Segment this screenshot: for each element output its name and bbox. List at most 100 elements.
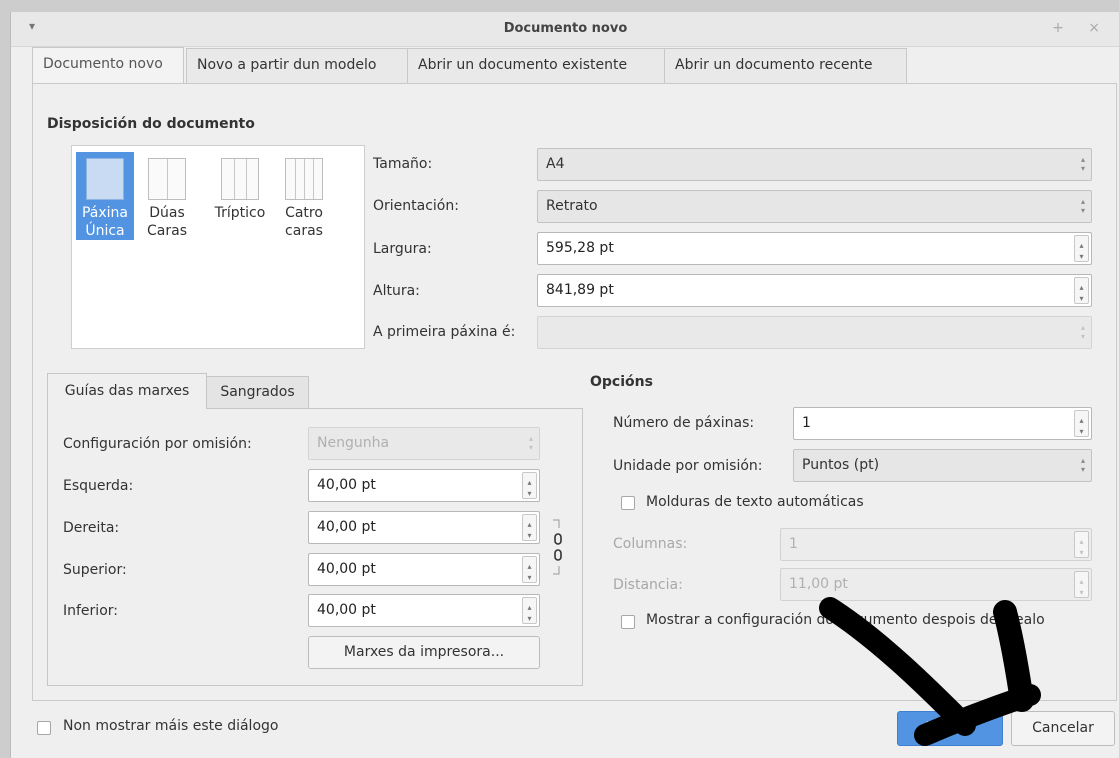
layout-list: Páxina Única Dúas Caras Tríptico Catro c…: [71, 145, 365, 349]
tab-new-document[interactable]: Documento novo: [32, 47, 184, 84]
tab-label: Abrir un documento recente: [675, 57, 873, 73]
distance-value: 11,00 pt: [789, 576, 848, 592]
preset-value: Nengunha: [317, 435, 390, 451]
chevron-up-down-icon: ▴ ▾: [1080, 155, 1085, 173]
spin-arrows-icon[interactable]: ▴ ▾: [522, 514, 537, 541]
layout-section-title: Disposición do documento: [47, 116, 255, 132]
layout-label: Tríptico: [214, 205, 266, 221]
tab-margin-guides[interactable]: Guías das marxes: [47, 373, 207, 409]
spin-arrows-icon[interactable]: ▴ ▾: [1074, 531, 1089, 558]
spin-arrows-icon[interactable]: ▴ ▾: [522, 556, 537, 583]
pages-value: 1: [802, 415, 811, 431]
show-settings-checkbox[interactable]: [621, 615, 635, 629]
top-margin-value: 40,00 pt: [317, 561, 376, 577]
layout-label: Dúas: [149, 205, 185, 221]
printer-margins-button[interactable]: Marxes da impresora...: [308, 636, 540, 669]
columns-label: Columnas:: [613, 536, 688, 552]
auto-frames-checkbox[interactable]: [621, 496, 635, 510]
bottom-margin-value: 40,00 pt: [317, 602, 376, 618]
layout-label: caras: [285, 223, 323, 239]
unit-select[interactable]: Puntos (pt) ▴ ▾: [793, 449, 1092, 482]
tab-label: Documento novo: [43, 56, 163, 72]
layout-four-fold[interactable]: Catro caras: [275, 152, 333, 240]
size-label: Tamaño:: [373, 156, 433, 172]
layout-facing-pages[interactable]: Dúas Caras: [138, 152, 196, 240]
spin-arrows-icon[interactable]: ▴ ▾: [1074, 235, 1089, 262]
cancel-button[interactable]: Cancelar: [1011, 711, 1115, 746]
first-page-label: A primeira páxina é:: [373, 324, 516, 340]
left-margin-value: 40,00 pt: [317, 477, 376, 493]
chevron-up-down-icon: ▴ ▾: [1080, 456, 1085, 474]
orientation-label: Orientación:: [373, 198, 459, 214]
triptych-icon: [221, 158, 259, 200]
columns-input[interactable]: 1 ▴ ▾: [780, 528, 1092, 561]
width-input[interactable]: 595,28 pt ▴ ▾: [537, 232, 1092, 265]
chevron-up-down-icon: ▴ ▾: [1080, 323, 1085, 341]
button-label: Cancelar: [1032, 720, 1094, 736]
top-margin-label: Superior:: [63, 562, 127, 578]
tab-open-recent[interactable]: Abrir un documento recente: [664, 48, 907, 83]
four-fold-icon: [285, 158, 323, 200]
link-chain-icon[interactable]: [551, 518, 563, 576]
ok-button[interactable]: Aceptar: [897, 711, 1003, 746]
single-page-icon: [86, 158, 124, 200]
chevron-up-down-icon: ▴ ▾: [528, 434, 533, 452]
orientation-select[interactable]: Retrato ▴ ▾: [537, 190, 1092, 223]
first-page-select[interactable]: ▴ ▾: [537, 316, 1092, 349]
spin-arrows-icon[interactable]: ▴ ▾: [1074, 410, 1089, 437]
top-margin-input[interactable]: 40,00 pt ▴ ▾: [308, 553, 540, 586]
columns-value: 1: [789, 536, 798, 552]
title-bar: ▾ Documento novo + ×: [11, 12, 1119, 47]
layout-label: Catro: [285, 205, 323, 221]
auto-frames-label: Molduras de texto automáticas: [646, 494, 864, 510]
left-margin-input[interactable]: 40,00 pt ▴ ▾: [308, 469, 540, 502]
preset-select[interactable]: Nengunha ▴ ▾: [308, 427, 540, 460]
options-section-title: Opcións: [590, 374, 653, 390]
layout-label: Páxina: [81, 205, 129, 221]
bottom-margin-label: Inferior:: [63, 603, 118, 619]
pages-input[interactable]: 1 ▴ ▾: [793, 407, 1092, 440]
size-select[interactable]: A4 ▴ ▾: [537, 148, 1092, 181]
height-value: 841,89 pt: [546, 282, 614, 298]
width-value: 595,28 pt: [546, 240, 614, 256]
dont-show-again-checkbox[interactable]: [37, 721, 51, 735]
orientation-value: Retrato: [546, 198, 598, 214]
show-settings-label: Mostrar a configuración do documento des…: [646, 612, 1045, 628]
window-title: Documento novo: [503, 21, 628, 36]
unit-value: Puntos (pt): [802, 457, 880, 473]
tab-bleeds[interactable]: Sangrados: [206, 376, 309, 408]
dont-show-again-label: Non mostrar máis este diálogo: [63, 718, 279, 734]
bottom-margin-input[interactable]: 40,00 pt ▴ ▾: [308, 594, 540, 627]
spin-arrows-icon[interactable]: ▴ ▾: [522, 472, 537, 499]
tab-open-existing[interactable]: Abrir un documento existente: [407, 48, 665, 83]
facing-pages-icon: [148, 158, 186, 200]
button-label: Aceptar: [922, 720, 978, 736]
layout-triptych[interactable]: Tríptico: [206, 152, 274, 222]
window-controls[interactable]: + ×: [1052, 20, 1110, 36]
button-label: Marxes da impresora...: [343, 644, 505, 660]
right-margin-value: 40,00 pt: [317, 519, 376, 535]
right-margin-input[interactable]: 40,00 pt ▴ ▾: [308, 511, 540, 544]
height-input[interactable]: 841,89 pt ▴ ▾: [537, 274, 1092, 307]
size-value: A4: [546, 156, 565, 172]
layout-label: Caras: [147, 223, 187, 239]
tab-label: Guías das marxes: [64, 383, 190, 399]
tab-label: Abrir un documento existente: [418, 57, 628, 73]
tab-from-template[interactable]: Novo a partir dun modelo: [186, 48, 408, 83]
layout-single-page[interactable]: Páxina Única: [76, 152, 134, 240]
distance-label: Distancia:: [613, 577, 683, 593]
chevron-up-down-icon: ▴ ▾: [1080, 197, 1085, 215]
right-margin-label: Dereita:: [63, 520, 120, 536]
spin-arrows-icon[interactable]: ▴ ▾: [522, 597, 537, 624]
spin-arrows-icon[interactable]: ▴ ▾: [1074, 571, 1089, 598]
tab-label: Novo a partir dun modelo: [197, 57, 377, 73]
spin-arrows-icon[interactable]: ▴ ▾: [1074, 277, 1089, 304]
pages-label: Número de páxinas:: [613, 415, 755, 431]
tab-label: Sangrados: [220, 384, 295, 400]
preset-label: Configuración por omisión:: [63, 436, 252, 452]
left-margin-label: Esquerda:: [63, 478, 134, 494]
width-label: Largura:: [373, 241, 432, 257]
distance-input[interactable]: 11,00 pt ▴ ▾: [780, 568, 1092, 601]
layout-label: Única: [85, 223, 125, 239]
unit-label: Unidade por omisión:: [613, 458, 763, 474]
